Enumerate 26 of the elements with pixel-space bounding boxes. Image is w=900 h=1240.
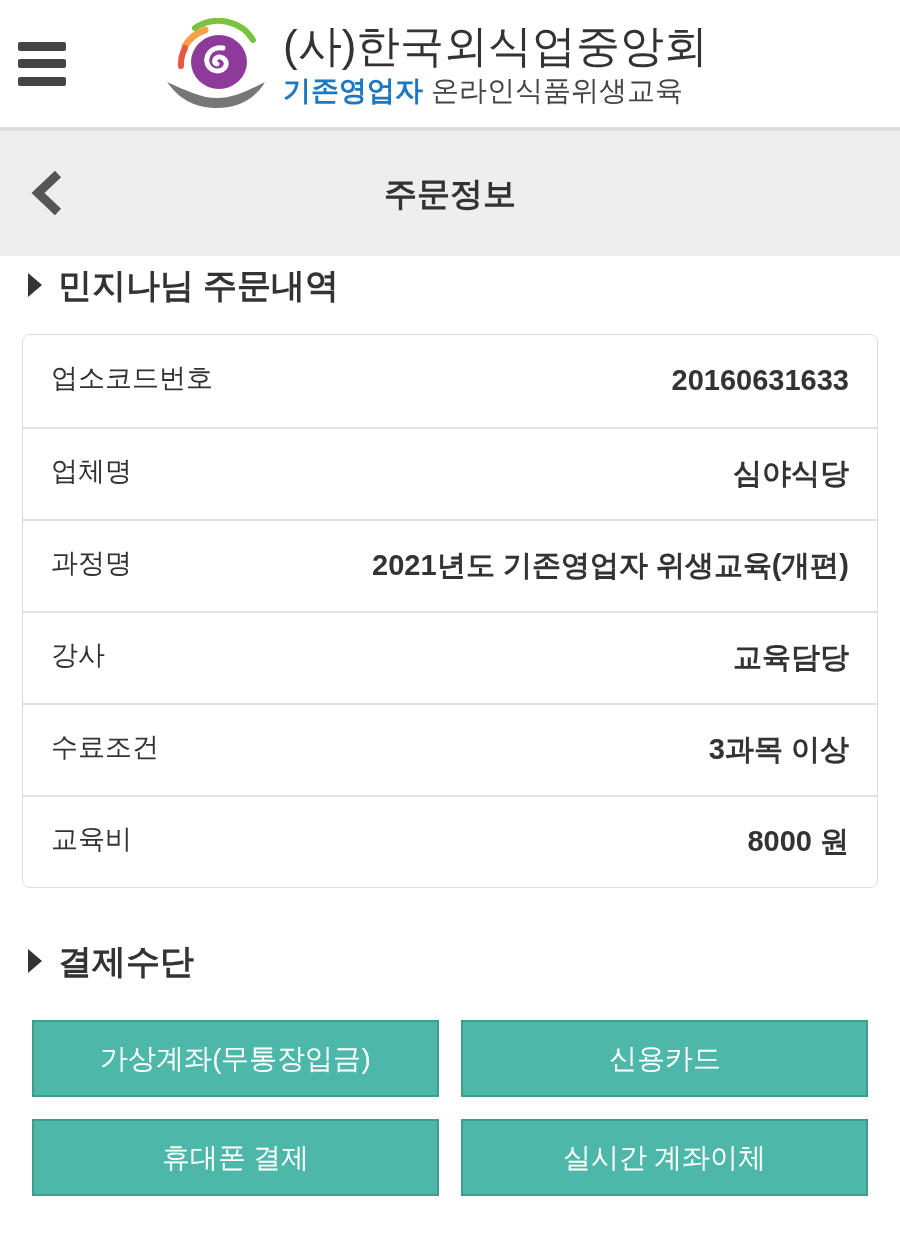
field-label: 교육비 (51, 822, 132, 856)
field-label: 업체명 (51, 454, 132, 488)
field-value: 3과목 이상 (708, 732, 849, 768)
site-title: (사)한국외식업중앙회 (283, 19, 709, 72)
tagline-lead: 기존영업자 (283, 73, 423, 108)
triangle-icon (28, 949, 42, 973)
field-label: 수료조건 (51, 730, 159, 764)
field-label: 업소코드번호 (51, 361, 213, 395)
field-label: 강사 (51, 638, 105, 672)
field-label: 과정명 (51, 546, 132, 580)
payment-button[interactable]: 가상계좌(무통장입금) (32, 1020, 439, 1097)
section-heading: 결제수단 (58, 940, 194, 982)
section-heading: 민지나님 주문내역 (58, 264, 340, 306)
field-value: 8000 원 (747, 824, 849, 860)
triangle-icon (28, 273, 42, 297)
payment-button[interactable]: 휴대폰 결제 (32, 1119, 439, 1196)
field-value: 교육담당 (733, 640, 849, 676)
payment-button[interactable]: 실시간 계좌이체 (461, 1119, 868, 1196)
logo-icon (165, 17, 267, 110)
field-value: 2021년도 기존영업자 위생교육(개편) (372, 548, 849, 584)
field-value: 심야식당 (733, 456, 849, 492)
tagline-text: 온라인식품위생교육 (431, 73, 683, 108)
field-value: 20160631633 (671, 363, 849, 399)
payment-button[interactable]: 신용카드 (461, 1020, 868, 1097)
page-title: 주문정보 (384, 173, 516, 214)
menu-icon[interactable] (18, 41, 66, 86)
